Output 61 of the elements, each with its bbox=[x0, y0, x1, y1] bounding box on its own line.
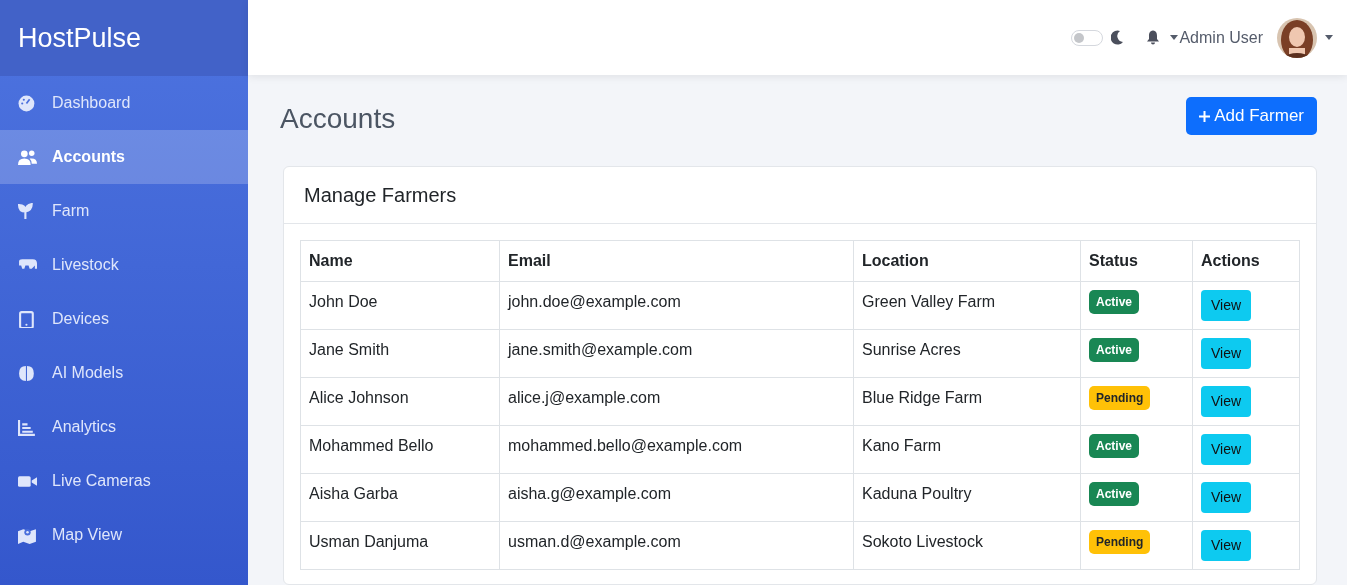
table-cell: Alice Johnson bbox=[300, 377, 500, 426]
table-cell: Jane Smith bbox=[300, 329, 500, 378]
user-menu[interactable]: Admin User bbox=[1170, 25, 1263, 50]
caret-icon bbox=[1170, 35, 1179, 40]
dark-mode-toggle[interactable] bbox=[1071, 29, 1104, 46]
table-cell: mohammed.bello@example.com bbox=[499, 425, 854, 474]
status-badge: Pending bbox=[1089, 530, 1151, 554]
table-cell: Usman Danjuma bbox=[300, 521, 500, 570]
bar-chart-icon bbox=[18, 418, 37, 436]
table-cell: Mohammed Bello bbox=[300, 425, 500, 474]
bell-icon[interactable] bbox=[1146, 30, 1161, 45]
sidebar-item[interactable]: Accounts bbox=[0, 130, 248, 184]
moon-icon bbox=[1111, 30, 1125, 45]
table-cell: Green Valley Farm bbox=[853, 281, 1081, 330]
sidebar-item[interactable]: Livestock bbox=[0, 238, 248, 292]
page-title: Accounts bbox=[280, 102, 396, 136]
tablet-icon bbox=[18, 310, 37, 328]
users-icon bbox=[18, 148, 37, 166]
brand-name: HostPulse bbox=[18, 21, 142, 55]
table-cell: Aisha Garba bbox=[300, 473, 500, 522]
column-header: Location bbox=[853, 240, 1081, 282]
table-cell: Kano Farm bbox=[853, 425, 1081, 474]
table-cell: jane.smith@example.com bbox=[499, 329, 854, 378]
sidebar-item[interactable]: Analytics bbox=[0, 400, 248, 454]
table-cell: Sokoto Livestock bbox=[853, 521, 1081, 570]
table-cell: John Doe bbox=[300, 281, 500, 330]
view-button[interactable]: View bbox=[1201, 290, 1252, 321]
table-cell: john.doe@example.com bbox=[499, 281, 854, 330]
card-title: Manage Farmers bbox=[304, 183, 457, 208]
plus-icon bbox=[1199, 110, 1211, 122]
status-badge: Pending bbox=[1089, 386, 1151, 410]
sidebar-item[interactable]: Devices bbox=[0, 292, 248, 346]
view-button[interactable]: View bbox=[1201, 386, 1252, 417]
status-badge: Active bbox=[1089, 482, 1140, 506]
column-header: Email bbox=[499, 240, 854, 282]
sidebar-item[interactable]: Map View bbox=[0, 508, 248, 562]
sidebar-item[interactable]: AI Models bbox=[0, 346, 248, 400]
table-cell: aisha.g@example.com bbox=[499, 473, 854, 522]
map-pin-icon bbox=[18, 526, 37, 544]
view-button[interactable]: View bbox=[1201, 434, 1252, 465]
view-button[interactable]: View bbox=[1201, 530, 1252, 561]
table-cell: alice.j@example.com bbox=[499, 377, 854, 426]
sidebar-item[interactable]: Live Cameras bbox=[0, 454, 248, 508]
column-header: Actions bbox=[1192, 240, 1300, 282]
brain-icon bbox=[18, 364, 37, 382]
table-cell: usman.d@example.com bbox=[499, 521, 854, 570]
gauge-icon bbox=[18, 94, 37, 112]
table-cell: Sunrise Acres bbox=[853, 329, 1081, 378]
column-header: Name bbox=[300, 240, 500, 282]
status-badge: Active bbox=[1089, 290, 1140, 314]
status-badge: Active bbox=[1089, 434, 1140, 458]
caret-icon[interactable] bbox=[1325, 35, 1333, 40]
table-cell: Blue Ridge Farm bbox=[853, 377, 1081, 426]
status-badge: Active bbox=[1089, 338, 1140, 362]
view-button[interactable]: View bbox=[1201, 338, 1252, 369]
sidebar-item[interactable]: Farm bbox=[0, 184, 248, 238]
view-button[interactable]: View bbox=[1201, 482, 1252, 513]
column-header: Status bbox=[1080, 240, 1193, 282]
sidebar-item[interactable]: Dashboard bbox=[0, 76, 248, 130]
table-cell: Kaduna Poultry bbox=[853, 473, 1081, 522]
add-farmer-button[interactable]: Add Farmer bbox=[1186, 97, 1317, 135]
